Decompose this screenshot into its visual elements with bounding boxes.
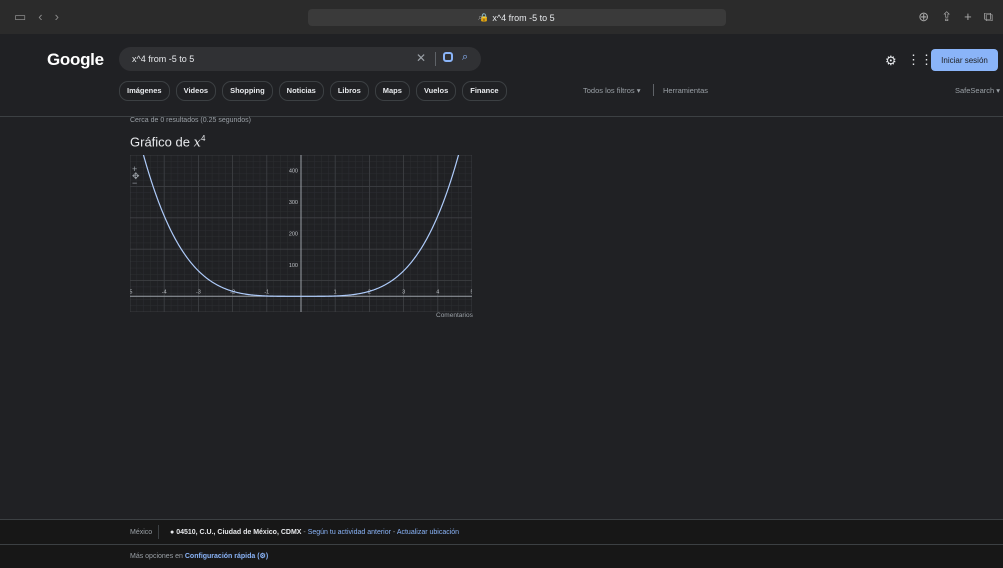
x-tick-label: 1 — [334, 289, 337, 295]
result-stats: Cerca de 0 resultados (0.25 segundos) — [130, 117, 252, 124]
chevron-down-icon: ▾ — [636, 86, 641, 95]
footer-activity-link[interactable]: Según tu actividad anterior — [308, 529, 391, 536]
x-tick-label: 4 — [436, 289, 439, 295]
footer-divider — [158, 525, 159, 539]
tab-vuelos[interactable]: Vuelos — [415, 81, 457, 101]
tab-libros[interactable]: Libros — [329, 81, 369, 101]
graph-title-exp: 4 — [200, 134, 206, 143]
x-tick-label: -5 — [130, 289, 132, 295]
y-tick-label: 300 — [289, 200, 298, 206]
forward-icon[interactable]: › — [55, 9, 59, 25]
share-icon[interactable]: ⇪ — [941, 9, 952, 25]
clear-icon[interactable]: ✕ — [416, 51, 426, 65]
google-header: Google ✕ ⌕ ⚙ ⋮⋮ Iniciar sesión Imágenes … — [0, 34, 1003, 117]
function-graph[interactable]: -5-4-3-2-112345100200300400 — [130, 155, 472, 312]
browser-toolbar: ▭ ‹ › ⌕ 🔒 x^4 from -5 to 5 ⊕ ⇪ + ⧉ — [0, 0, 1003, 35]
tools-button[interactable]: Herramientas — [663, 86, 708, 95]
url-text: x^4 from -5 to 5 — [492, 12, 555, 23]
location-dot-icon: ● — [170, 529, 175, 536]
graph-title-text: Gráfico de — [130, 134, 190, 150]
search-icon: ⌕ — [478, 12, 484, 22]
new-tab-icon[interactable]: + — [964, 9, 972, 25]
quick-settings-link[interactable]: Configuración rápida (⚙) — [185, 553, 268, 560]
signin-button[interactable]: Iniciar sesión — [931, 49, 998, 71]
back-icon[interactable]: ‹ — [38, 9, 42, 25]
tab-noticias[interactable]: Noticias — [278, 81, 324, 101]
safesearch-label: SafeSearch — [955, 86, 995, 95]
zoom-out-icon[interactable]: − — [132, 179, 140, 188]
x-tick-label: -3 — [196, 289, 201, 295]
google-logo[interactable]: Google — [47, 50, 104, 70]
chevron-down-icon: ▾ — [996, 86, 1001, 95]
footer-location: ● 04510, C.U., Ciudad de México, CDMX - … — [170, 529, 459, 536]
safesearch-button[interactable]: SafeSearch ▾ — [955, 86, 1000, 95]
search-box[interactable]: ✕ ⌕ — [119, 47, 481, 71]
filters-divider — [653, 84, 654, 96]
address-bar[interactable]: ⌕ 🔒 x^4 from -5 to 5 — [308, 9, 726, 26]
tab-imagenes[interactable]: Imágenes — [119, 81, 170, 101]
browser-right-controls: ⊕ ⇪ + ⧉ — [918, 9, 993, 25]
footer-location-row: México ● 04510, C.U., Ciudad de México, … — [0, 520, 1003, 545]
tab-videos[interactable]: Videos — [175, 81, 217, 101]
y-tick-label: 400 — [289, 169, 298, 175]
all-filters-button[interactable]: Todos los filtros ▾ — [583, 86, 641, 95]
camera-search-icon[interactable] — [443, 52, 453, 62]
apps-grid-icon[interactable]: ⋮⋮ — [907, 52, 933, 68]
tab-maps[interactable]: Maps — [374, 81, 410, 101]
footer-location-text: 04510, C.U., Ciudad de México, CDMX — [176, 529, 302, 536]
sidebar-toggle-icon[interactable]: ▭ — [14, 9, 26, 25]
search-divider — [435, 52, 436, 66]
search-input[interactable] — [130, 53, 414, 65]
feedback-link[interactable]: Comentarios — [436, 312, 473, 319]
footer: México ● 04510, C.U., Ciudad de México, … — [0, 519, 1003, 568]
footer-more-prefix: Más opciones en — [130, 553, 183, 560]
footer-update-location-link[interactable]: Actualizar ubicación — [397, 529, 459, 536]
search-icon[interactable]: ⌕ — [462, 51, 468, 64]
graph-title-var: x — [193, 135, 201, 151]
tab-finance[interactable]: Finance — [462, 81, 507, 101]
y-tick-label: 100 — [289, 263, 298, 269]
all-filters-label: Todos los filtros — [583, 86, 635, 95]
download-icon[interactable]: ⊕ — [918, 9, 929, 25]
browser-left-controls: ▭ ‹ › — [14, 9, 59, 25]
x-tick-label: 5 — [470, 289, 472, 295]
search-tabs: Imágenes Videos Shopping Noticias Libros… — [119, 81, 507, 101]
footer-more-options: Más opciones en Configuración rápida (⚙) — [130, 552, 268, 560]
footer-country: México — [130, 529, 153, 536]
x-tick-label: 2 — [368, 289, 371, 295]
x-tick-label: -1 — [264, 289, 269, 295]
y-tick-label: 200 — [289, 232, 298, 238]
tab-shopping[interactable]: Shopping — [222, 81, 273, 101]
x-tick-label: 3 — [402, 289, 405, 295]
zoom-controls[interactable]: + ✥ − — [132, 165, 140, 188]
x-tick-label: -4 — [162, 289, 167, 295]
gear-icon[interactable]: ⚙ — [885, 53, 897, 69]
tabs-overview-icon[interactable]: ⧉ — [984, 9, 993, 25]
graph-title: Gráfico de x4 — [130, 134, 205, 150]
